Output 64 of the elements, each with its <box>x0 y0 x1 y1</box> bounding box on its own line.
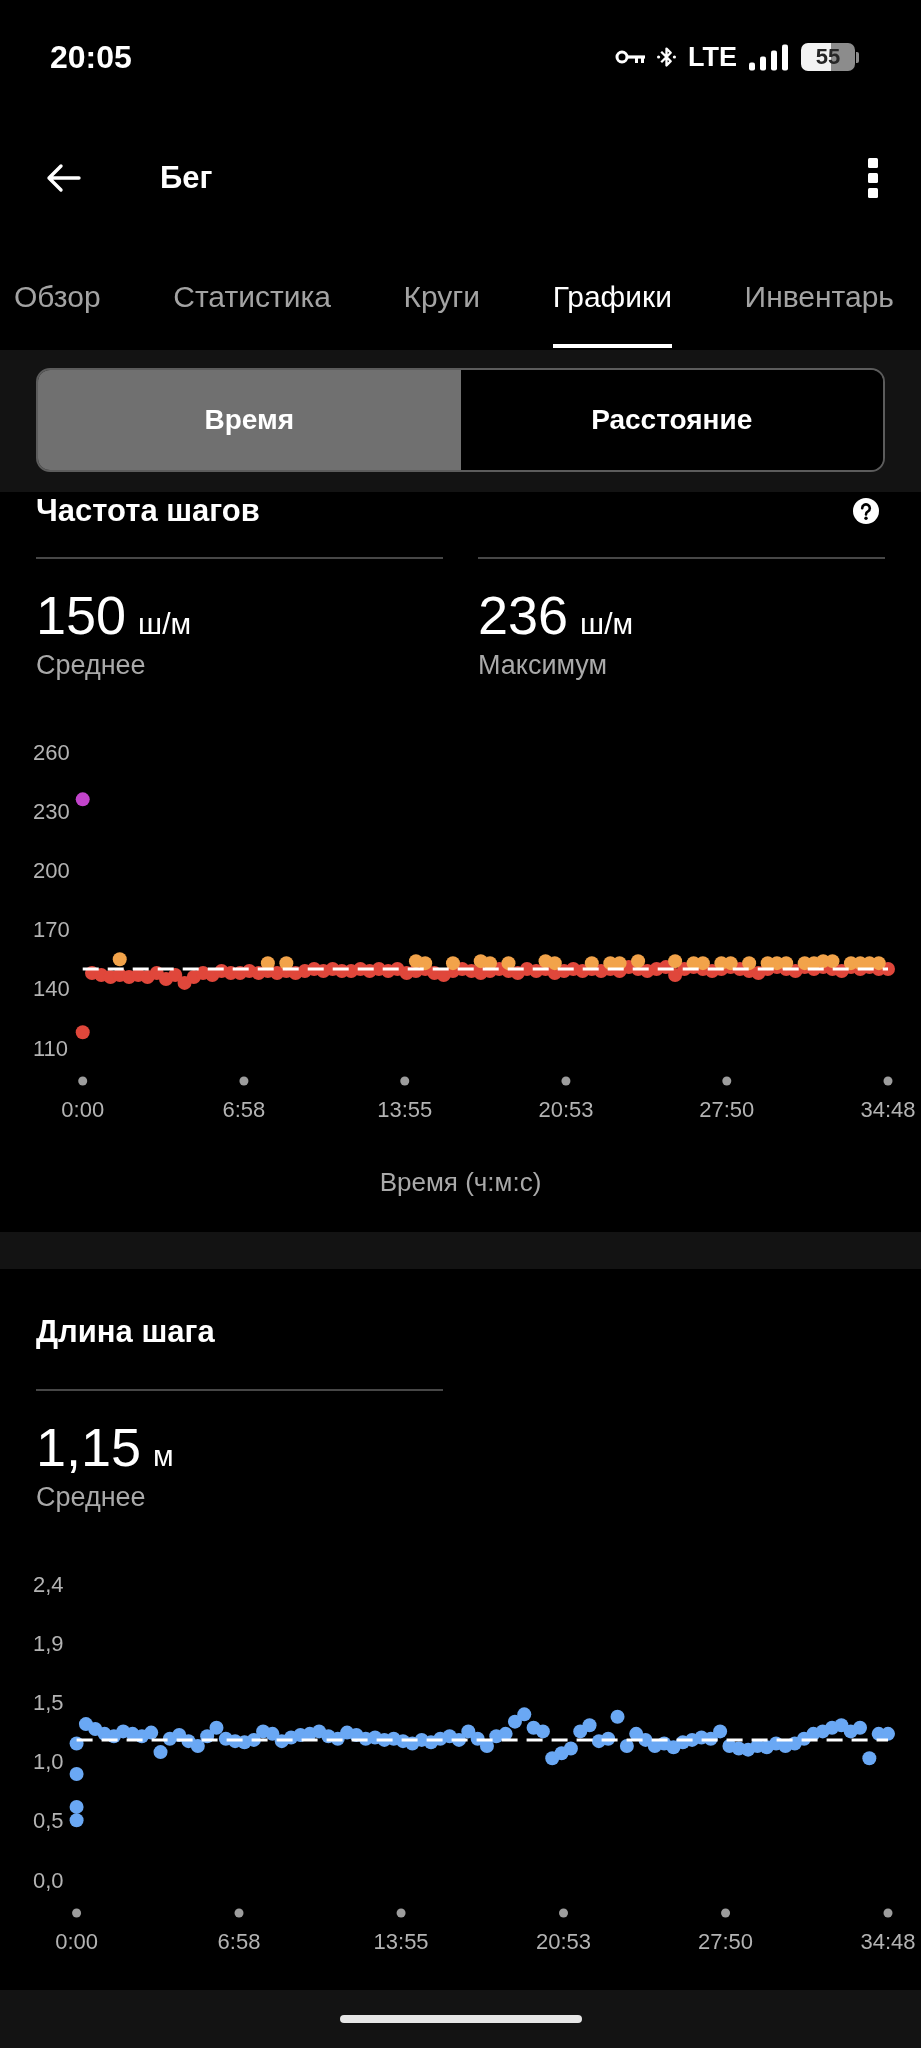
x-axis-label: 20:53 <box>538 1096 594 1122</box>
x-axis-label: 20:53 <box>536 1928 592 1954</box>
key-icon <box>615 49 645 65</box>
tab[interactable]: Круги <box>403 242 481 348</box>
stat-label: Среднее <box>36 649 147 681</box>
y-axis-label: 200 <box>33 857 70 883</box>
y-axis-label: 140 <box>33 976 70 1002</box>
x-axis-label: 6:58 <box>222 1096 266 1122</box>
help-icon[interactable] <box>853 498 879 524</box>
section-title: Длина шага <box>36 1315 215 1349</box>
stat-value: 150 <box>36 585 127 645</box>
x-axis-label: 0:00 <box>61 1096 105 1122</box>
tab[interactable]: Инвентарь <box>744 242 894 348</box>
tick-dot-icon <box>239 1076 249 1086</box>
y-axis-label: 1,5 <box>33 1689 64 1715</box>
stat-unit: ш/м <box>138 606 192 642</box>
tab[interactable]: Статистика <box>173 242 331 348</box>
tick-dot-icon <box>400 1076 410 1086</box>
y-axis-label: 2,4 <box>33 1571 64 1597</box>
section-title: Частота шагов <box>36 494 260 528</box>
stat-value: 1,15 <box>36 1417 142 1477</box>
x-axis-label: 34:48 <box>860 1928 916 1954</box>
y-axis-label: 0,5 <box>33 1807 64 1833</box>
tick-dot-icon <box>234 1908 244 1918</box>
y-axis-label: 260 <box>33 739 70 765</box>
y-axis-label: 230 <box>33 798 70 824</box>
tick-dot-icon <box>559 1908 568 1918</box>
x-axis-label: 6:58 <box>217 1928 261 1954</box>
segment-tab[interactable]: Время <box>38 370 461 470</box>
more-menu-icon[interactable] <box>868 158 878 198</box>
tick-dot-icon <box>883 1908 893 1918</box>
stat-unit: ш/м <box>580 606 634 642</box>
y-axis-label: 110 <box>33 1035 69 1061</box>
y-axis-label: 0,0 <box>33 1867 64 1893</box>
tab[interactable]: Обзор <box>14 242 101 348</box>
segment-tab[interactable]: Расстояние <box>460 370 883 470</box>
tick-dot-icon <box>721 1908 731 1918</box>
x-axis-label: 27:50 <box>699 1096 755 1122</box>
tick-dot-icon <box>883 1076 893 1086</box>
tick-dot-icon <box>561 1076 571 1086</box>
tick-dot-icon <box>72 1908 82 1918</box>
screen-title: Бег <box>160 159 213 197</box>
clock-time: 20:05 <box>50 38 132 77</box>
stat-label: Максимум <box>478 649 609 681</box>
stat-label: Среднее <box>36 1481 147 1513</box>
x-axis-label: 27:50 <box>698 1928 754 1954</box>
y-axis-label: 1,0 <box>33 1749 64 1775</box>
tick-dot-icon <box>722 1076 732 1086</box>
stat-value: 236 <box>478 585 569 645</box>
signal-icon <box>749 43 789 71</box>
x-axis-label: 34:48 <box>860 1096 916 1122</box>
network-type-label: LTE <box>688 41 737 73</box>
back-icon[interactable] <box>45 163 81 193</box>
y-axis-label: 1,9 <box>33 1631 64 1657</box>
tick-dot-icon <box>78 1076 88 1086</box>
y-axis-label: 170 <box>33 917 70 943</box>
tick-dot-icon <box>396 1908 406 1918</box>
stat-unit: м <box>153 1438 174 1474</box>
battery-indicator: 55 <box>801 43 859 71</box>
x-axis-label: 13:55 <box>377 1096 433 1122</box>
x-axis-label: 0:00 <box>55 1928 98 1954</box>
bluetooth-icon <box>657 44 676 70</box>
x-axis-label: 13:55 <box>373 1928 429 1954</box>
x-axis-title: Время (ч:м:с) <box>378 1166 543 1198</box>
